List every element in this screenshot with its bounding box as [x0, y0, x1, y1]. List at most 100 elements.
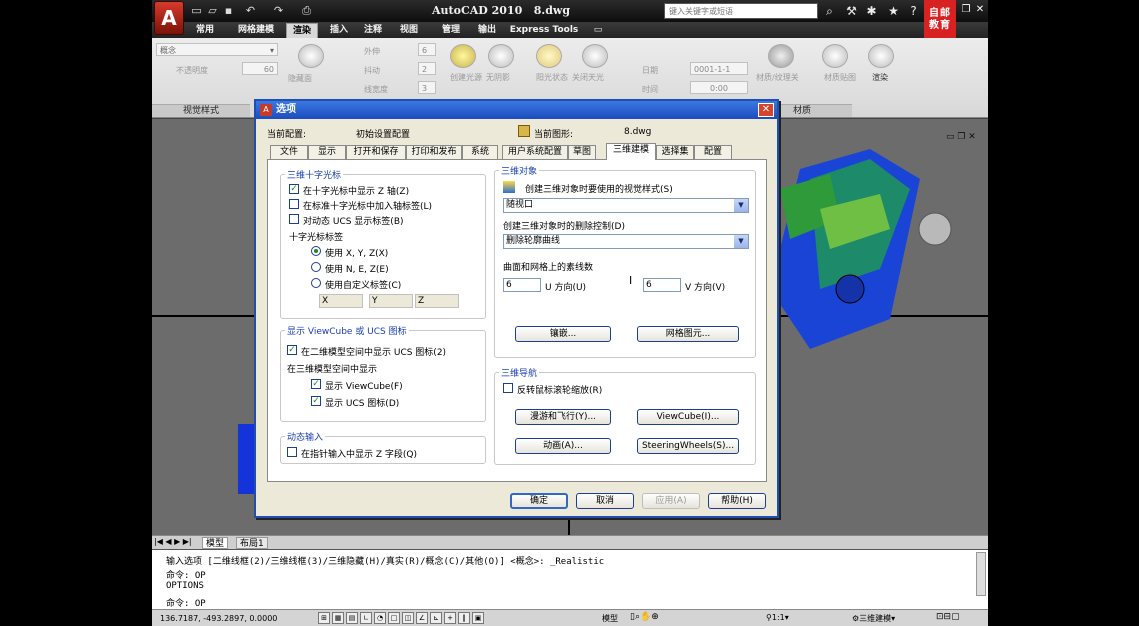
walk-fly-button[interactable]: 漫游和飞行(Y)... — [515, 409, 611, 425]
show-ucs-2d-checkbox[interactable]: ✓ — [287, 345, 297, 355]
command-prompt[interactable]: 命令: OP — [166, 596, 206, 609]
use-custom-radio[interactable] — [311, 278, 321, 288]
tab-display[interactable]: 显示 — [308, 145, 346, 159]
v-isolines-field[interactable]: 6 — [643, 278, 681, 292]
viewcube-settings-button[interactable]: ViewCube(I)... — [637, 409, 739, 425]
ortho-mode-icon[interactable]: ∟ — [360, 612, 372, 624]
visual-style-select[interactable]: 随视口 ▼ — [503, 198, 749, 213]
ribbon-minimize-icon[interactable]: ▭ — [588, 23, 608, 38]
u-isolines-field[interactable]: 6 — [503, 278, 541, 292]
quick-properties-icon[interactable]: ▣ — [472, 612, 484, 624]
open-file-icon[interactable]: ▱ — [206, 4, 219, 17]
sky-icon[interactable] — [582, 44, 608, 68]
show-z-axis-checkbox[interactable]: ✓ — [289, 184, 299, 194]
search-input[interactable]: 键入关键字或短语 — [664, 3, 818, 19]
viewport-controls-icon[interactable]: ▭ ❐ ✕ — [946, 132, 976, 142]
apply-button[interactable]: 应用(A) — [642, 493, 700, 509]
dynamic-ucs-labels-checkbox[interactable] — [289, 214, 299, 224]
custom-z-field[interactable]: Z — [415, 294, 459, 308]
lumps-value[interactable]: 6 — [418, 43, 436, 56]
tab-output[interactable]: 输出 — [472, 23, 502, 38]
tessellation-button[interactable]: 镶嵌... — [515, 326, 611, 342]
undo-icon[interactable]: ↶ — [244, 4, 257, 17]
3d-object-snap-icon[interactable]: ◫ — [402, 612, 414, 624]
line-width-value[interactable]: 3 — [418, 81, 436, 94]
sun-icon[interactable] — [536, 44, 562, 68]
close-icon[interactable]: ✕ — [758, 103, 774, 117]
date-value[interactable]: 0001-1-1 — [690, 62, 748, 75]
tab-files[interactable]: 文件 — [270, 145, 308, 159]
reverse-wheel-checkbox[interactable] — [503, 383, 513, 393]
ok-button[interactable]: 确定 — [510, 493, 568, 509]
favorites-icon[interactable]: ✱ — [864, 3, 879, 19]
jitter-value[interactable]: 2 — [418, 62, 436, 75]
dynamic-ucs-icon[interactable]: ⊾ — [430, 612, 442, 624]
shadow-icon[interactable] — [488, 44, 514, 68]
layout-nav-icons[interactable]: |◀ ◀ ▶ ▶| — [154, 537, 192, 546]
steeringwheels-button[interactable]: SteeringWheels(S)... — [637, 438, 739, 454]
polar-tracking-icon[interactable]: ◔ — [374, 612, 386, 624]
tab-manage[interactable]: 管理 — [436, 23, 466, 38]
status-tray-icons[interactable]: ⊡⊟▢ — [936, 612, 960, 622]
command-scrollbar[interactable] — [976, 552, 986, 596]
redo-icon[interactable]: ↷ — [272, 4, 285, 17]
tab-selection[interactable]: 选择集 — [656, 145, 694, 159]
tab-layout1[interactable]: 布局1 — [236, 537, 268, 549]
tab-render[interactable]: 渲染 — [286, 23, 318, 38]
tab-mesh-modeling[interactable]: 网格建模 — [234, 23, 278, 38]
use-xyz-radio[interactable] — [311, 246, 321, 256]
grid-display-icon[interactable]: ▤ — [346, 612, 358, 624]
tab-home[interactable]: 常用 — [190, 23, 220, 38]
tab-model[interactable]: 模型 — [202, 537, 229, 549]
xray-icon[interactable] — [298, 44, 324, 68]
mesh-primitives-button[interactable]: 网格图元... — [637, 326, 739, 342]
communication-center-icon[interactable]: ⚒ — [844, 3, 859, 19]
tab-3d-modeling[interactable]: 三维建模 — [606, 143, 656, 160]
object-snap-icon[interactable]: □ — [388, 612, 400, 624]
use-nez-radio[interactable] — [311, 262, 321, 272]
plot-icon[interactable]: ⎙ — [300, 4, 313, 17]
tab-open-save[interactable]: 打开和保存 — [346, 145, 406, 159]
command-window[interactable]: 输入选项 [二维线框(2)/三维线框(3)/三维隐藏(H)/真实(R)/概念(C… — [152, 549, 988, 609]
dynamic-input-icon[interactable]: + — [444, 612, 456, 624]
deletion-select[interactable]: 删除轮廓曲线 ▼ — [503, 234, 749, 249]
search-icon[interactable]: ⌕ — [822, 3, 837, 19]
show-ucs-icon-checkbox[interactable]: ✓ — [311, 396, 321, 406]
materials-browser-icon[interactable] — [768, 44, 794, 68]
snap-mode-icon[interactable]: ▦ — [332, 612, 344, 624]
dialog-title-bar[interactable]: 选项 — [256, 101, 777, 119]
workspace-switcher[interactable]: ⚙三维建模▾ — [852, 613, 895, 624]
show-viewcube-checkbox[interactable]: ✓ — [311, 379, 321, 389]
render-teapot-icon[interactable] — [868, 44, 894, 68]
tab-view[interactable]: 视图 — [394, 23, 424, 38]
application-menu-button[interactable]: A — [154, 1, 184, 35]
object-snap-tracking-icon[interactable]: ∠ — [416, 612, 428, 624]
restore-window-icon[interactable]: ❐ — [960, 4, 972, 16]
tab-profiles[interactable]: 配置 — [694, 145, 732, 159]
star-icon[interactable]: ★ — [886, 3, 901, 19]
tab-user-preferences[interactable]: 用户系统配置 — [502, 145, 568, 159]
tab-plot-publish[interactable]: 打印和发布 — [406, 145, 462, 159]
save-icon[interactable]: ▪ — [222, 4, 235, 17]
light-bulb-icon[interactable] — [450, 44, 476, 68]
infer-constraints-icon[interactable]: ⊞ — [318, 612, 330, 624]
opacity-value[interactable]: 60 — [242, 62, 278, 75]
label-axes-checkbox[interactable] — [289, 199, 299, 209]
model-space-toggle[interactable]: 模型 — [602, 613, 618, 624]
show-z-field-checkbox[interactable] — [287, 447, 297, 457]
help-icon[interactable]: ? — [906, 3, 921, 19]
visual-styles-panel-label[interactable]: 视觉样式 — [152, 104, 250, 117]
time-value[interactable]: 0:00 — [690, 81, 748, 94]
custom-y-field[interactable]: Y — [369, 294, 413, 308]
close-window-icon[interactable]: ✕ — [974, 4, 986, 16]
tab-annotate[interactable]: 注释 — [358, 23, 388, 38]
material-map-icon[interactable] — [822, 44, 848, 68]
animation-button[interactable]: 动画(A)... — [515, 438, 611, 454]
help-button[interactable]: 帮助(H) — [708, 493, 766, 509]
lineweight-icon[interactable]: ‖ — [458, 612, 470, 624]
annotation-scale[interactable]: ⚲1:1▾ — [766, 613, 789, 622]
cancel-button[interactable]: 取消 — [576, 493, 634, 509]
new-file-icon[interactable]: ▭ — [190, 4, 203, 17]
tab-express-tools[interactable]: Express Tools — [508, 23, 580, 38]
custom-x-field[interactable]: X — [319, 294, 363, 308]
